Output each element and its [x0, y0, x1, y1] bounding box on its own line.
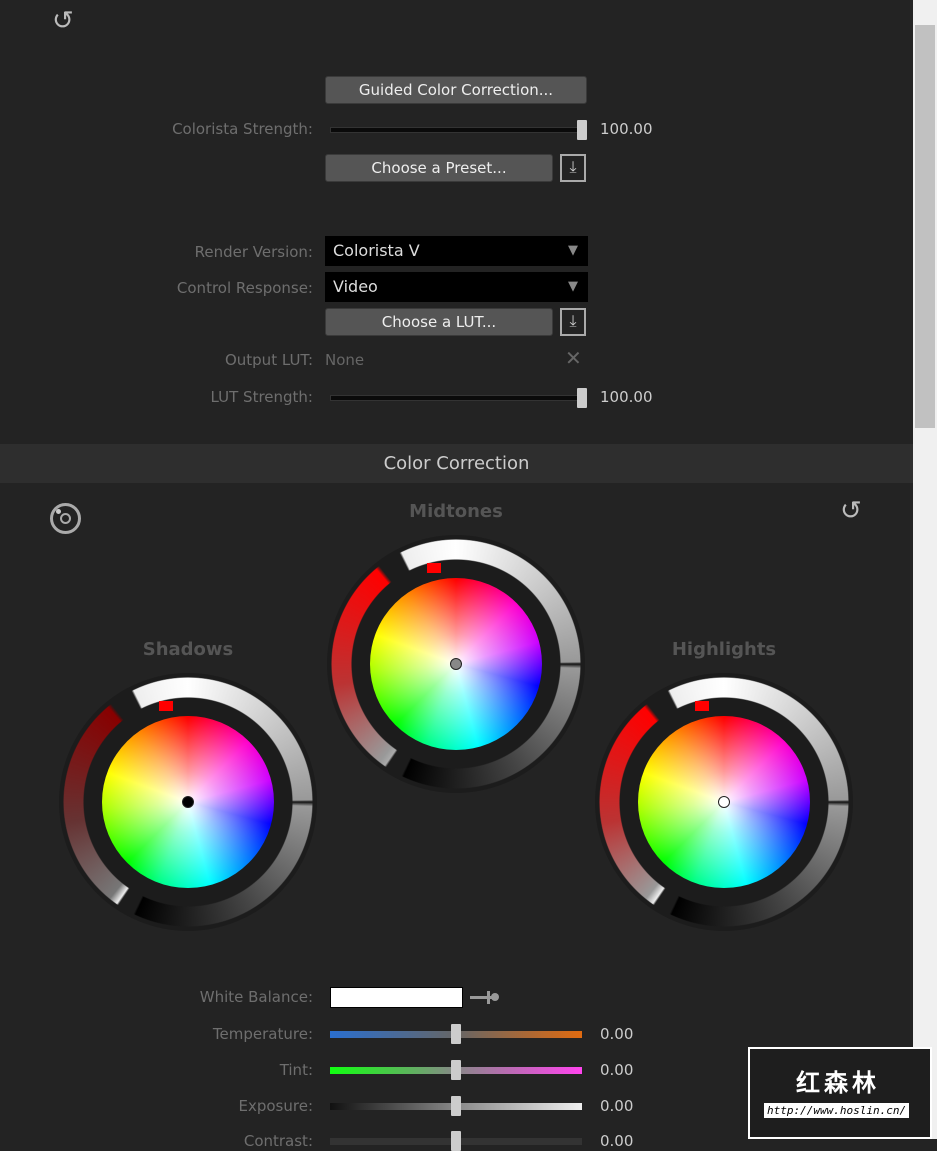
output-lut-label: Output LUT:	[224, 351, 313, 369]
choose-preset-button[interactable]: Choose a Preset...	[325, 154, 553, 182]
contrast-label: Contrast:	[243, 1132, 313, 1150]
colorista-strength-value: 100.00	[600, 120, 653, 138]
control-response-select[interactable]: Video ▼	[325, 272, 588, 302]
temperature-label: Temperature:	[212, 1025, 313, 1043]
render-version-label: Render Version:	[194, 243, 313, 261]
scrollbar-thumb[interactable]	[915, 25, 935, 428]
exposure-label: Exposure:	[238, 1097, 314, 1115]
shadows-title: Shadows	[142, 639, 234, 660]
exposure-value: 0.00	[600, 1097, 634, 1115]
slider-thumb[interactable]	[451, 1131, 461, 1151]
shadows-wheel[interactable]	[59, 673, 317, 931]
slider-thumb[interactable]	[451, 1096, 461, 1116]
section-header[interactable]: Color Correction	[0, 444, 913, 483]
temperature-slider[interactable]	[330, 1024, 582, 1044]
slider-thumb[interactable]	[451, 1024, 461, 1044]
reset-icon[interactable]: ↺	[52, 6, 74, 36]
control-response-value: Video	[333, 277, 378, 296]
wheel-puck[interactable]	[182, 796, 194, 808]
dropdown-arrow-icon: ▼	[568, 243, 578, 258]
section-title: Color Correction	[383, 453, 530, 474]
midtones-wheel[interactable]	[327, 535, 585, 793]
tint-slider[interactable]	[330, 1060, 582, 1080]
midtones-title: Midtones	[409, 501, 503, 522]
download-icon[interactable]: ⤓	[560, 308, 586, 336]
hue-marker[interactable]	[159, 701, 173, 711]
temperature-value: 0.00	[600, 1025, 634, 1043]
colorista-strength-label: Colorista Strength:	[172, 120, 313, 138]
hue-marker[interactable]	[695, 701, 709, 711]
contrast-value: 0.00	[600, 1132, 634, 1150]
contrast-slider[interactable]	[330, 1131, 582, 1151]
colorista-strength-slider[interactable]	[330, 120, 587, 140]
tint-value: 0.00	[600, 1061, 634, 1079]
render-version-value: Colorista V	[333, 241, 420, 260]
lut-strength-slider[interactable]	[330, 388, 587, 408]
highlights-title: Highlights	[671, 639, 777, 660]
watermark: 红森林 http://www.hoslin.cn/	[748, 1047, 932, 1139]
reset-icon[interactable]: ↺	[840, 496, 862, 526]
hue-marker[interactable]	[427, 563, 441, 573]
watermark-url: http://www.hoslin.cn/	[764, 1103, 910, 1118]
eyedropper-icon[interactable]	[470, 990, 500, 1004]
watermark-text: 红森林	[796, 1069, 880, 1097]
render-version-select[interactable]: Colorista V ▼	[325, 236, 588, 266]
slider-thumb[interactable]	[577, 388, 587, 408]
white-balance-label: White Balance:	[199, 988, 313, 1006]
exposure-slider[interactable]	[330, 1096, 582, 1116]
slider-thumb[interactable]	[577, 120, 587, 140]
download-icon[interactable]: ⤓	[560, 154, 586, 182]
wheel-puck[interactable]	[718, 796, 730, 808]
slider-thumb[interactable]	[451, 1060, 461, 1080]
wheel-puck[interactable]	[450, 658, 462, 670]
control-response-label: Control Response:	[176, 279, 313, 297]
tint-label: Tint:	[279, 1061, 313, 1079]
choose-lut-button[interactable]: Choose a LUT...	[325, 308, 553, 336]
lut-strength-label: LUT Strength:	[210, 388, 313, 406]
highlights-wheel[interactable]	[595, 673, 853, 931]
scrollbar[interactable]	[913, 0, 937, 1139]
white-balance-swatch[interactable]	[330, 987, 463, 1008]
lut-strength-value: 100.00	[600, 388, 653, 406]
close-icon[interactable]: ✕	[565, 346, 582, 370]
output-lut-value: None	[325, 351, 365, 369]
target-icon[interactable]	[50, 503, 81, 534]
guided-color-correction-button[interactable]: Guided Color Correction...	[325, 76, 587, 104]
dropdown-arrow-icon: ▼	[568, 279, 578, 294]
